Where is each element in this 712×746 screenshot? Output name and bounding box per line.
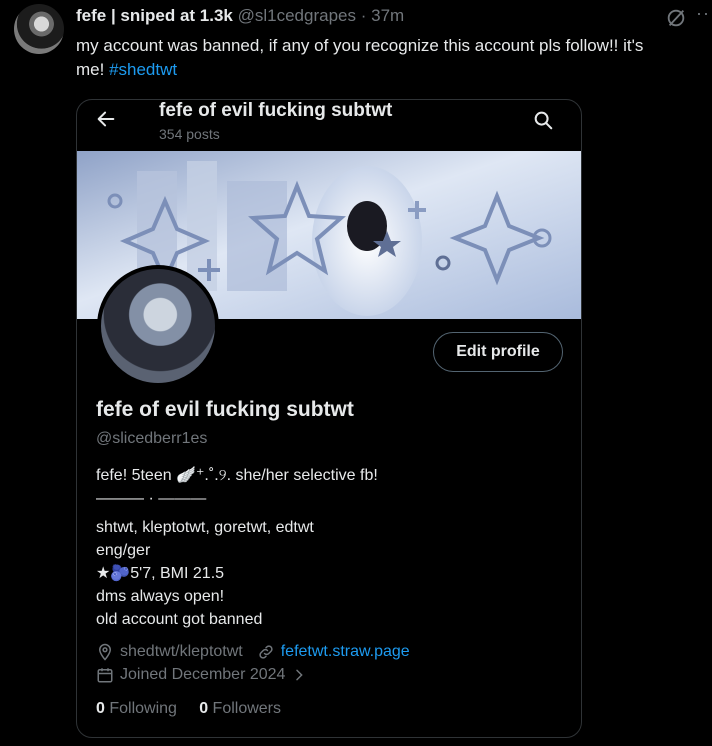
follow-counts: 0 Following 0 Followers [96,700,281,718]
screenshot-card[interactable]: fefe of evil fucking subtwt 354 posts Ed… [76,99,582,738]
profile-location: shedtwt/kleptotwt [120,643,243,660]
followers-count: 0 [199,700,209,717]
profile-handle: @slicedberr1es [96,430,208,447]
tweet-text-prefix: me! [76,60,110,79]
followers-link[interactable]: 0 Followers [199,700,281,717]
calendar-icon [97,667,113,682]
profile-website-link[interactable]: fefetwt.straw.page [281,640,410,663]
bio-line: ★🫐5'7, BMI 21.5 [96,565,225,582]
card-header-title: fefe of evil fucking subtwt [159,100,393,121]
profile-bio: fefe! 5teen 🪽⁺.˚.୨. she/her selective fb… [96,464,566,631]
author-handle[interactable]: @sl1cedgrapes [238,6,356,25]
profile-meta: shedtwt/kleptotwt fefetwt.straw.page Joi… [96,640,410,686]
tweet-header: fefe | sniped at 1.3k @sl1cedgrapes · 37… [76,6,712,30]
following-link[interactable]: 0 Following [96,700,177,717]
profile-avatar[interactable] [97,265,219,387]
location-icon [98,643,112,661]
bio-line: old account got banned [96,611,263,628]
tweet-text: my account was banned, if any of you rec… [76,34,712,82]
tweet-text-line: my account was banned, if any of you rec… [76,36,644,55]
chevron-right-icon[interactable] [291,667,307,683]
bio-line: eng/ger [96,542,151,559]
bio-line: ——— · ——— [96,490,207,507]
bio-line: dms always open! [96,588,225,605]
search-icon[interactable] [532,109,554,131]
tweet-time[interactable]: 37m [371,6,404,25]
separator-dot: · [360,6,367,25]
followers-label: Followers [212,700,282,717]
edit-profile-button[interactable]: Edit profile [433,332,563,372]
posts-count: 354 posts [159,126,220,142]
author-avatar[interactable] [14,4,64,54]
back-arrow-icon[interactable] [95,108,117,130]
following-count: 0 [96,700,105,717]
link-icon [259,644,273,659]
following-label: Following [109,700,177,717]
hashtag-link[interactable]: #shedtwt [109,60,177,79]
more-options-icon[interactable]: ·· [696,3,710,24]
bio-line: shtwt, kleptotwt, goretwt, edtwt [96,519,314,536]
grok-icon[interactable] [665,7,687,29]
author-name[interactable]: fefe | sniped at 1.3k [76,6,233,25]
bio-line: fefe! 5teen 🪽⁺.˚.୨. she/her selective fb… [96,467,378,484]
profile-joined-date: Joined December 2024 [120,666,286,683]
profile-display-name: fefe of evil fucking subtwt [96,398,354,421]
